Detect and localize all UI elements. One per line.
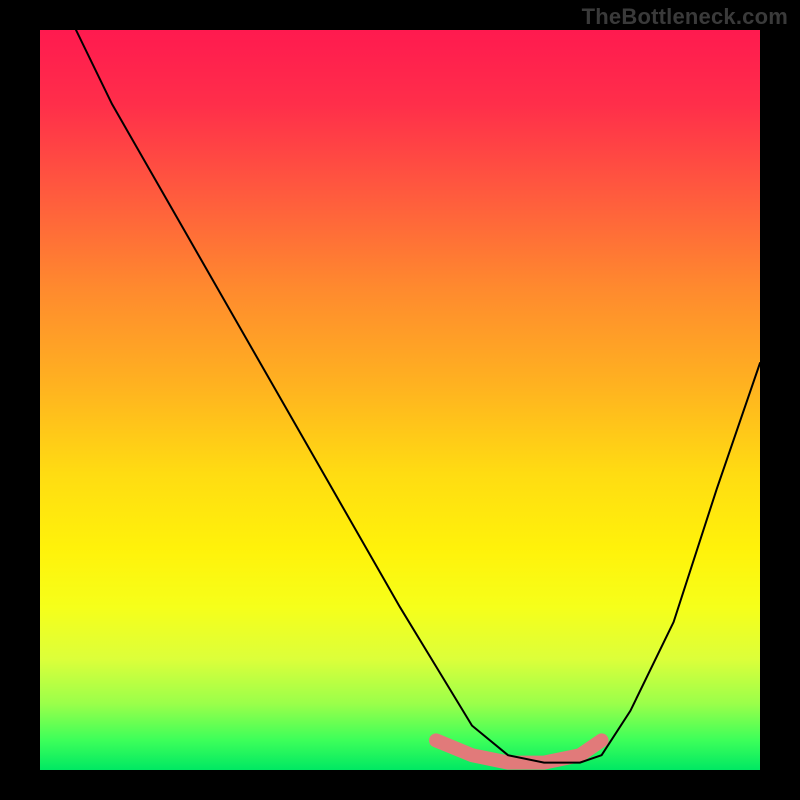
- chart-frame: TheBottleneck.com: [0, 0, 800, 800]
- optimal-range-highlight: [436, 740, 602, 762]
- bottleneck-curve-line: [76, 30, 760, 763]
- plot-area: [40, 30, 760, 770]
- curve-svg: [40, 30, 760, 770]
- watermark-text: TheBottleneck.com: [582, 4, 788, 30]
